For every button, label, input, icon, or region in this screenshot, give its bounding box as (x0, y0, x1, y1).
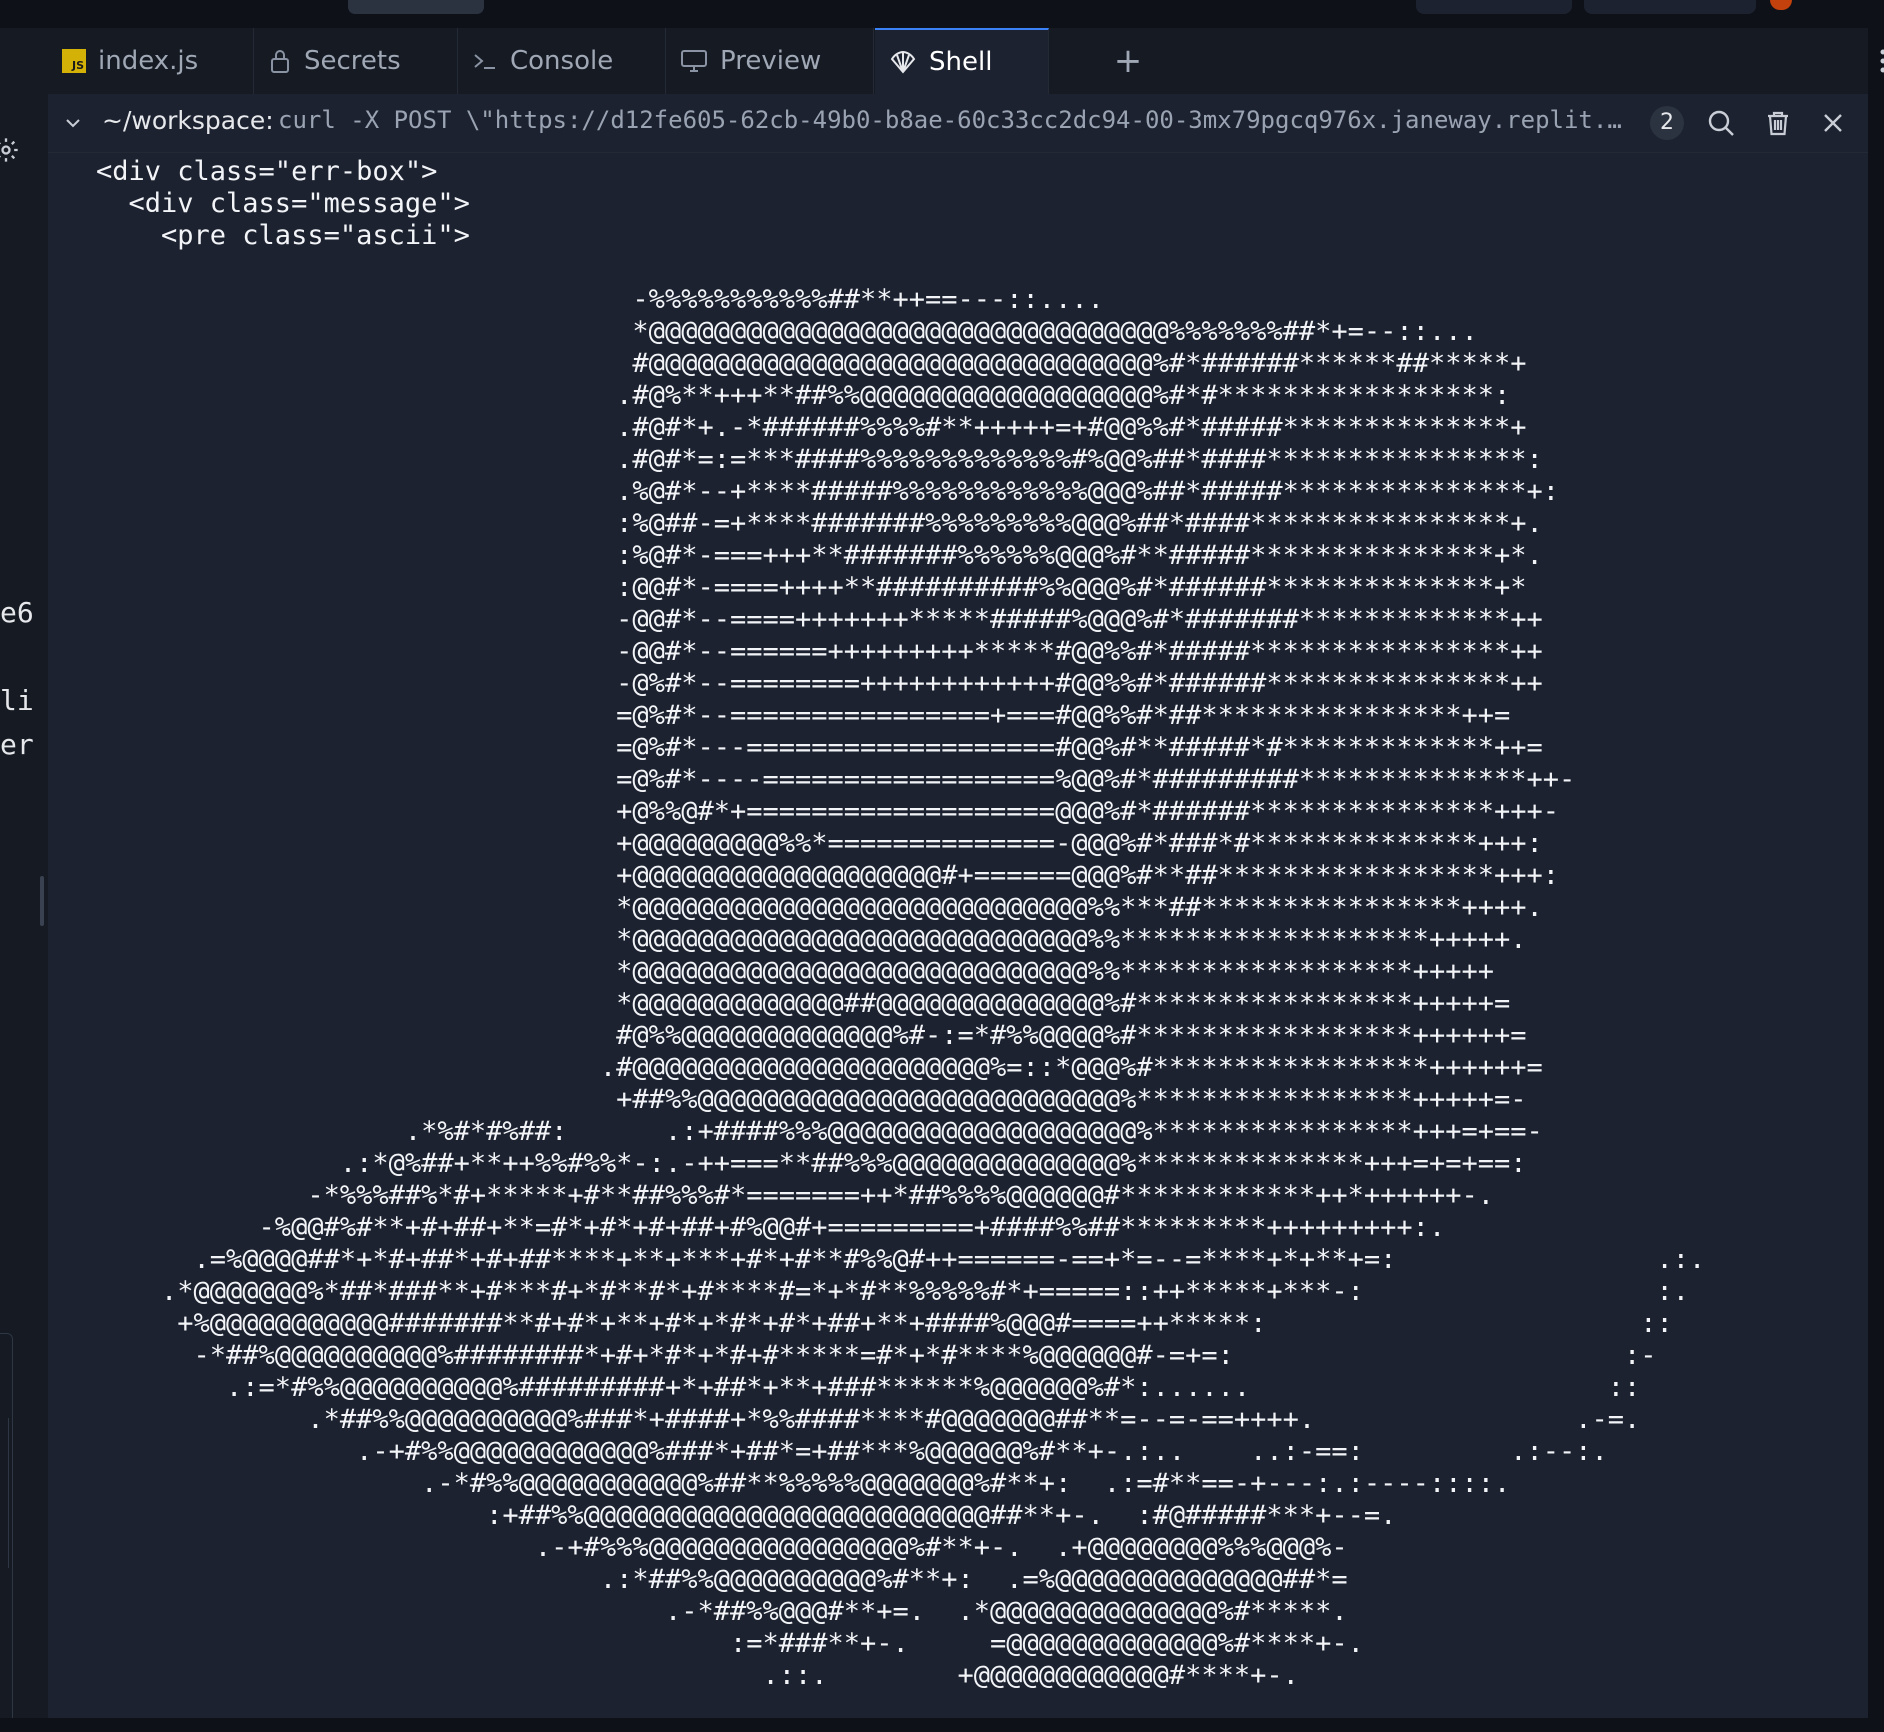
terminal-line: =@%#*--================+===#@@%%#*##****… (96, 700, 1511, 731)
terminal-line: =@%#*----==================%@@%#*#######… (96, 764, 1576, 795)
session-count-badge: 2 (1650, 106, 1684, 140)
tab-secrets[interactable]: Secrets (254, 28, 458, 94)
terminal-line: +##%%@@@@@@@@@@@@@@@@@@@@@@@@@@%********… (96, 1084, 1527, 1115)
terminal-line: .:*##%%@@@@@@@@@@%#**+: .=%@@@@@@@@@@@@@… (96, 1564, 1348, 1595)
tab-index-js[interactable]: JS index.js (48, 28, 254, 94)
left-pane-text: e6 (0, 596, 34, 629)
trash-icon[interactable] (1763, 108, 1793, 138)
terminal-line: =@%#*---===================#@@%#**#####*… (96, 732, 1543, 763)
terminal-line: +@%%@#*+===================@@@%#*######*… (96, 796, 1559, 827)
left-pane: e6 li er (0, 28, 48, 1730)
terminal-line: .*%#*#%##: .:+####%%%@@@@@@@@@@@@@@@@@@@… (96, 1116, 1543, 1147)
terminal-line: .*##%%@@@@@@@@@@%###*+####+*%%####****#@… (96, 1404, 1641, 1435)
terminal-line: *@@@@@@@@@@@@@##@@@@@@@@@@@@@@%#********… (96, 988, 1511, 1019)
terminal-prompt-icon (472, 49, 498, 73)
terminal-line: :%@#*-===+++**#######%%%%%%@@@%#**#####*… (96, 540, 1543, 571)
tab-bar: JS index.js Secrets Console Preview Shel… (48, 28, 1884, 95)
terminal-line: .-+#%%@@@@@@@@@@@@%###*+##*=+##***%@@@@@… (96, 1436, 1608, 1467)
top-bar (0, 0, 1884, 28)
terminal-line: .-+#%%%@@@@@@@@@@@@@@@@%#**+-. .+@@@@@@@… (96, 1532, 1348, 1563)
terminal-line: -@%#*--========++++++++++++#@@%%#*######… (96, 668, 1543, 699)
close-icon[interactable] (1818, 108, 1848, 138)
tab-label: index.js (98, 46, 199, 76)
terminal-output[interactable]: <div class="err-box"> <div class="messag… (48, 158, 1868, 1718)
terminal-line: -%@@#%#**+#+##+**=#*+#*+#+##+#%@@#+=====… (96, 1212, 1446, 1243)
terminal-line: .:*@%##+**++%%#%%*-:.-++===**##%%%@@@@@@… (96, 1148, 1527, 1179)
terminal-line: <div class="message"> (96, 188, 470, 219)
terminal-line: .-*#%%@@@@@@@@@@@%##**%%%%%@@@@@@@%#**+:… (96, 1468, 1511, 1499)
terminal-line: .%@#*--+****#####%%%%%%%%%%%%@@@%##*####… (96, 476, 1559, 507)
chevron-down-icon[interactable] (62, 112, 84, 134)
terminal-line: .*@@@@@@@%*##*###**+#***#+*#**#*+#****#=… (96, 1276, 1690, 1307)
tab-shell[interactable]: Shell (875, 28, 1049, 94)
terminal-line: .=%@@@@##*+*#+##*+#+##****+**+***+#*+#**… (96, 1244, 1706, 1275)
terminal-line: *@@@@@@@@@@@@@@@@@@@@@@@@@@@@%%***##****… (96, 892, 1543, 923)
javascript-file-icon: JS (62, 49, 86, 73)
terminal-line: -@@#*--======+++++++++*****#@@%%#*#####*… (96, 636, 1543, 667)
avatar[interactable] (1770, 0, 1792, 10)
top-center-pill[interactable] (348, 0, 484, 14)
terminal-line: #@@@@@@@@@@@@@@@@@@@@@@@@@@@@@@@%#*#####… (96, 348, 1527, 379)
shell-command[interactable]: curl -X POST \"https://d12fe605-62cb-49b… (278, 106, 1673, 134)
terminal-line: -*##%@@@@@@@@@@%########*+#+*#*+*#+#****… (96, 1340, 1657, 1371)
left-pane-panel-divider (0, 1418, 9, 1568)
terminal-line: -@@#*--====+++++++*****#####%@@@%#*#####… (96, 604, 1543, 635)
terminal-line: .::. +@@@@@@@@@@@@#****+-. (96, 1660, 1299, 1691)
terminal-line: +@@@@@@@@@%%*==============-@@@%#*###*#*… (96, 828, 1543, 859)
top-right-button[interactable] (1416, 0, 1572, 14)
shell-prompt: ~/workspace: (102, 106, 274, 135)
add-tab-button[interactable]: + (1110, 44, 1146, 80)
terminal-line: .:=*#%%@@@@@@@@@@%#########+*+##*+**+###… (96, 1372, 1641, 1403)
terminal-line: <pre class="ascii"> (96, 220, 470, 251)
terminal-line: <div class="err-box"> (96, 158, 438, 187)
terminal-line: *@@@@@@@@@@@@@@@@@@@@@@@@@@@@%%*********… (96, 956, 1494, 987)
left-pane-text: li (0, 684, 34, 717)
monitor-icon (680, 48, 708, 74)
terminal-line: :+##%%@@@@@@@@@@@@@@@@@@@@@@@@@##**+-. :… (96, 1500, 1397, 1531)
lock-icon (268, 48, 292, 74)
bottom-strip (0, 1718, 1884, 1732)
shell-icon (889, 48, 917, 76)
terminal-line: .-*##%%@@@#**+=. .*@@@@@@@@@@@@@@%#*****… (96, 1596, 1348, 1627)
tab-label: Preview (720, 46, 822, 76)
terminal-line: *@@@@@@@@@@@@@@@@@@@@@@@@@@@@@@@@%%%%%%%… (96, 316, 1478, 347)
top-right-button[interactable] (1584, 0, 1756, 14)
terminal-line: .#@#*+.-*######%%%%#**+++++=+#@@%%#*####… (96, 412, 1527, 443)
terminal-line: .#@%**+++**##%%@@@@@@@@@@@@@@@@@@%#*#***… (96, 380, 1511, 411)
tab-label: Shell (929, 47, 993, 77)
tab-label: Console (510, 46, 614, 76)
search-icon[interactable] (1706, 108, 1736, 138)
tab-label: Secrets (304, 46, 401, 76)
shell-panel: ~/workspace: curl -X POST \"https://d12f… (48, 94, 1868, 1718)
shell-header: ~/workspace: curl -X POST \"https://d12f… (48, 94, 1868, 153)
terminal-line: #@%%@@@@@@@@@@@@@%#-:=*#%%@@@@%#********… (96, 1020, 1527, 1051)
tab-preview[interactable]: Preview (666, 28, 874, 94)
left-pane-text: er (0, 728, 34, 761)
terminal-line: *@@@@@@@@@@@@@@@@@@@@@@@@@@@@%%*********… (96, 924, 1527, 955)
more-options-icon[interactable] (1868, 46, 1884, 76)
terminal-line: +%@@@@@@@@@@@#######**#+#*+**+#*+*#*+#*+… (96, 1308, 1673, 1339)
terminal-line: :@@#*-====++++**##########%%@@@%#*######… (96, 572, 1527, 603)
terminal-line: -%%%%%%%%%%%##**++==---::.... (96, 284, 1104, 315)
tab-console[interactable]: Console (458, 28, 666, 94)
terminal-line: -*%%%##%*#+*****+#**##%%%#*=======++*##%… (96, 1180, 1494, 1211)
terminal-line: .#@@@@@@@@@@@@@@@@@@@@@@%=::*@@@%#******… (96, 1052, 1543, 1083)
terminal-line: :%@##-=+****#######%%%%%%%%%@@@%##*####*… (96, 508, 1543, 539)
terminal-line: :=*###**+-. =@@@@@@@@@@@@@%#****+-. (96, 1628, 1364, 1659)
terminal-line: +@@@@@@@@@@@@@@@@@@@#+======@@@%#**##***… (96, 860, 1559, 891)
pane-resize-handle[interactable] (40, 876, 44, 926)
terminal-line: .#@#*=:=***####%%%%%%%%%%%%%#%@@%##*####… (96, 444, 1543, 475)
gear-icon[interactable] (0, 136, 20, 164)
